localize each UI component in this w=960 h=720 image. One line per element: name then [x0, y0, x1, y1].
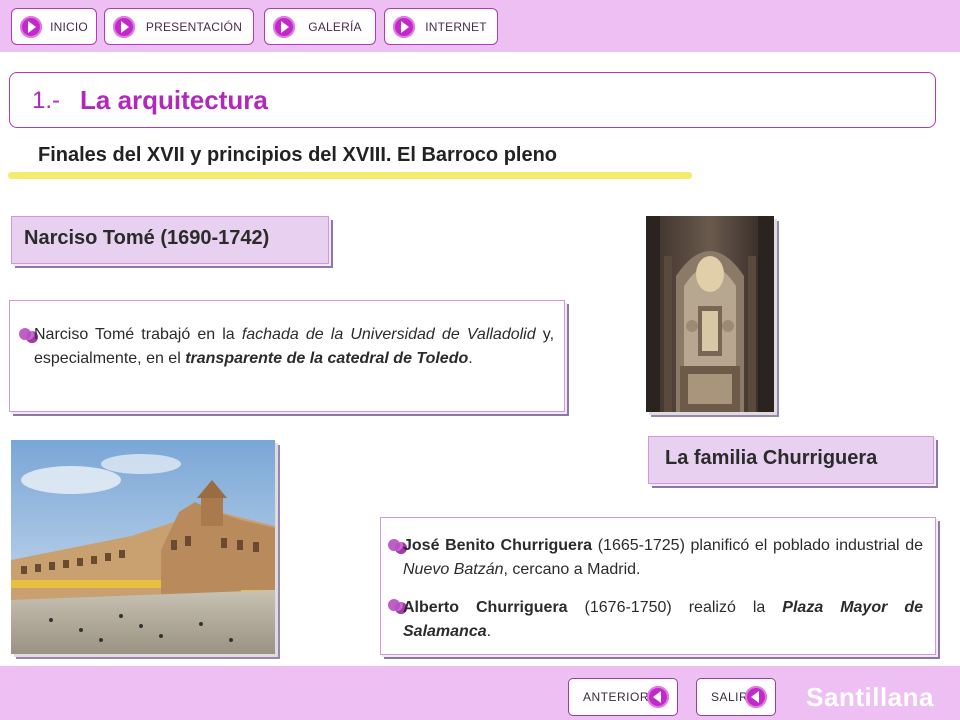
nav-inicio-label: INICIO: [50, 19, 88, 34]
anterior-label: ANTERIOR: [583, 690, 650, 704]
back-arrow-icon: [745, 686, 767, 708]
transparente-toledo-photo: [646, 216, 774, 412]
nav-galeria-label: GALERÍA: [308, 19, 362, 34]
churriguera-item-2: Alberto Churriguera (1676-1750) realizó …: [403, 596, 923, 644]
subtitle-highlight: [8, 172, 692, 179]
plaza-mayor-salamanca-photo: [11, 440, 275, 654]
tome-text-5: .: [468, 350, 473, 367]
salir-label: SALIR: [711, 690, 749, 704]
churriguera-item-1: José Benito Churriguera (1665-1725) plan…: [403, 534, 923, 582]
nav-internet-button[interactable]: INTERNET: [384, 8, 498, 45]
churriguera-item-1-end: , cercano a Madrid.: [503, 561, 641, 578]
churriguera-item-1-place: Nuevo Batzán: [403, 561, 504, 578]
back-arrow-icon: [647, 686, 669, 708]
anterior-button[interactable]: ANTERIOR: [568, 678, 678, 716]
plaza-mayor-image: [11, 440, 275, 654]
nav-internet-label: INTERNET: [425, 19, 487, 34]
churriguera-item-1-text: (1665-1725) planificó el poblado industr…: [592, 537, 924, 554]
nav-inicio-button[interactable]: INICIO: [11, 8, 97, 45]
nav-presentacion-button[interactable]: PRESENTACIÓN: [104, 8, 254, 45]
section-title-box: 1.- La arquitectura: [9, 72, 936, 128]
churriguera-item-2-end: .: [486, 623, 492, 640]
churriguera-item-2-text: (1676-1750) realizó la: [567, 599, 783, 616]
tome-heading: Narciso Tomé (1690-1742): [24, 227, 270, 249]
transparente-image: [646, 216, 774, 412]
tome-text-box: Narciso Tomé trabajó en la fachada de la…: [9, 300, 565, 412]
churriguera-item-1-name: José Benito Churriguera: [403, 537, 593, 554]
section-title: La arquitectura: [80, 85, 268, 115]
churriguera-item-2-name: Alberto Churriguera: [403, 599, 568, 616]
tome-text-4: transparente de la catedral de Toledo: [185, 350, 469, 367]
period-subtitle: Finales del XVII y principios del XVIII.…: [38, 144, 558, 166]
tome-text-2: fachada de la Universidad de Valladolid: [241, 326, 536, 343]
salir-button[interactable]: SALIR: [696, 678, 776, 716]
tome-text-1: Narciso Tomé trabajó en la: [34, 326, 242, 343]
play-arrow-icon: [20, 15, 42, 38]
churriguera-text-box: José Benito Churriguera (1665-1725) plan…: [380, 517, 936, 655]
play-arrow-icon: [393, 15, 415, 38]
tome-paragraph: Narciso Tomé trabajó en la fachada de la…: [34, 323, 554, 371]
nav-presentacion-label: PRESENTACIÓN: [145, 19, 243, 34]
play-arrow-icon: [273, 15, 295, 38]
nav-galeria-button[interactable]: GALERÍA: [264, 8, 376, 45]
tome-heading-box: Narciso Tomé (1690-1742): [11, 216, 329, 264]
santillana-logo: Santillana: [806, 682, 934, 712]
section-number: 1.-: [32, 87, 61, 114]
churriguera-heading: La familia Churriguera: [665, 447, 878, 469]
churriguera-heading-box: La familia Churriguera: [648, 436, 934, 484]
play-arrow-icon: [113, 15, 135, 38]
